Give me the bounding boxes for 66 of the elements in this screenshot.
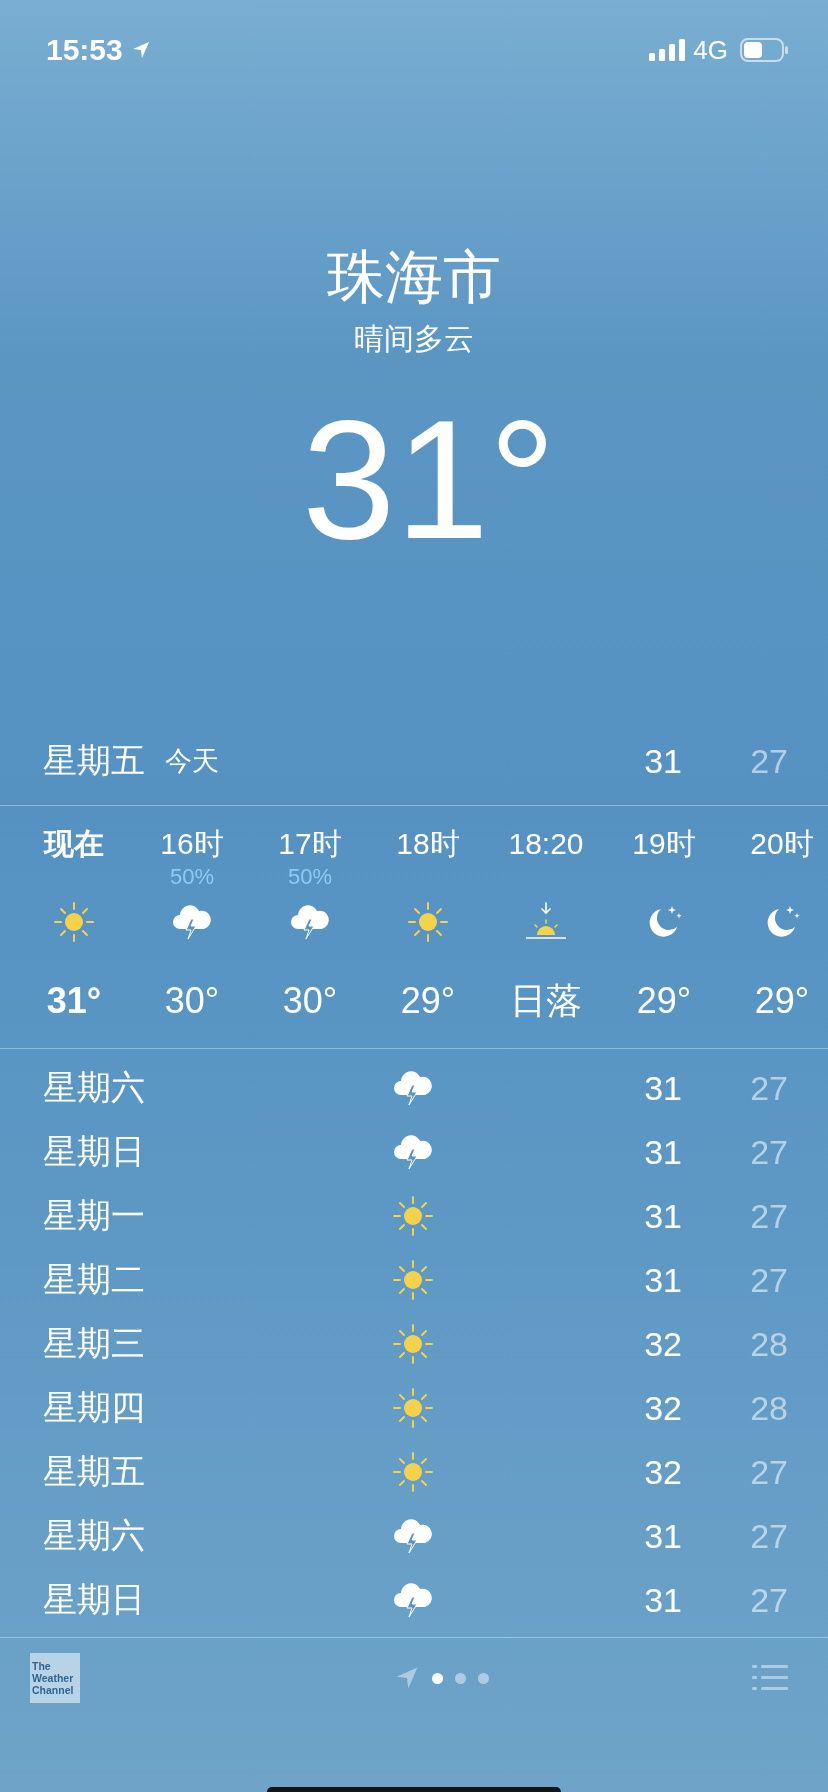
- low-temperature: 27: [749, 1452, 788, 1492]
- low-temperature: 27: [749, 1580, 788, 1620]
- sun-icon: [392, 1451, 434, 1493]
- hour-temperature: 日落: [510, 979, 582, 1023]
- high-temperature: 31: [643, 1068, 682, 1108]
- low-temperature: 27: [749, 1132, 788, 1172]
- high-temperature: 31: [643, 1516, 682, 1556]
- day-name: 星期日: [43, 1131, 146, 1172]
- hour-temperature: 31°: [46, 979, 102, 1023]
- day-name: 星期六: [43, 1067, 146, 1108]
- page-dot[interactable]: [454, 1672, 466, 1684]
- low-temperature: 27: [749, 1196, 788, 1236]
- low-temperature: 28: [749, 1324, 788, 1364]
- low-temperature: 27: [749, 1068, 788, 1108]
- day-name: 星期五: [43, 1451, 146, 1492]
- sun-icon: [392, 1323, 434, 1365]
- high-temperature: 32: [643, 1452, 682, 1492]
- high-temperature: 32: [643, 1388, 682, 1428]
- precipitation-chance: 50%: [287, 864, 332, 890]
- network-type: 4G: [693, 34, 728, 66]
- low-temperature: 27: [749, 1516, 788, 1556]
- day-name: 星期三: [43, 1323, 146, 1364]
- hour-temperature: 29°: [400, 979, 456, 1023]
- sun-icon: [392, 1195, 434, 1237]
- current-temperature: 31°: [300, 395, 557, 565]
- day-name: 星期日: [43, 1579, 146, 1620]
- hour-label: 20时: [750, 826, 814, 862]
- hour-label: 19时: [632, 826, 696, 862]
- hour-label: 现在: [44, 826, 104, 862]
- day-name: 星期六: [43, 1515, 146, 1556]
- low-temperature: 28: [749, 1388, 788, 1428]
- sun-icon: [407, 901, 449, 943]
- weather-channel-logo[interactable]: The Weather Channel: [30, 1653, 80, 1703]
- low-temperature: 27: [749, 1260, 788, 1300]
- hour-temperature: 29°: [754, 979, 810, 1023]
- sun-icon: [392, 1387, 434, 1429]
- hour-label: 18时: [396, 826, 460, 862]
- battery-icon: [740, 38, 788, 62]
- hour-label: 18:20: [508, 826, 584, 862]
- low-temperature: 27: [749, 741, 788, 781]
- day-name: 星期一: [43, 1195, 146, 1236]
- high-temperature: 31: [643, 1132, 682, 1172]
- high-temperature: 31: [643, 741, 682, 781]
- precipitation-chance: 50%: [169, 864, 214, 890]
- hour-temperature: 29°: [636, 979, 692, 1023]
- page-dot[interactable]: [477, 1672, 489, 1684]
- hour-label: 17时: [278, 826, 342, 862]
- weather-condition: 晴间多云: [354, 321, 474, 357]
- high-temperature: 31: [643, 1260, 682, 1300]
- high-temperature: 31: [643, 1580, 682, 1620]
- today-day: 星期五: [43, 738, 145, 784]
- list-icon[interactable]: [752, 1664, 788, 1692]
- day-name: 星期四: [43, 1387, 146, 1428]
- hour-temperature: 30°: [164, 979, 220, 1023]
- high-temperature: 32: [643, 1324, 682, 1364]
- today-label: 今天: [165, 745, 220, 778]
- city-name: 珠海市: [327, 243, 501, 311]
- hour-temperature: 30°: [282, 979, 338, 1023]
- signal-icon: [649, 39, 686, 61]
- status-time: 15:53: [46, 33, 123, 67]
- day-name: 星期二: [43, 1259, 146, 1300]
- hour-label: 16时: [160, 826, 224, 862]
- page-dot[interactable]: [431, 1672, 443, 1684]
- sun-icon: [53, 901, 95, 943]
- sun-icon: [392, 1259, 434, 1301]
- high-temperature: 31: [643, 1196, 682, 1236]
